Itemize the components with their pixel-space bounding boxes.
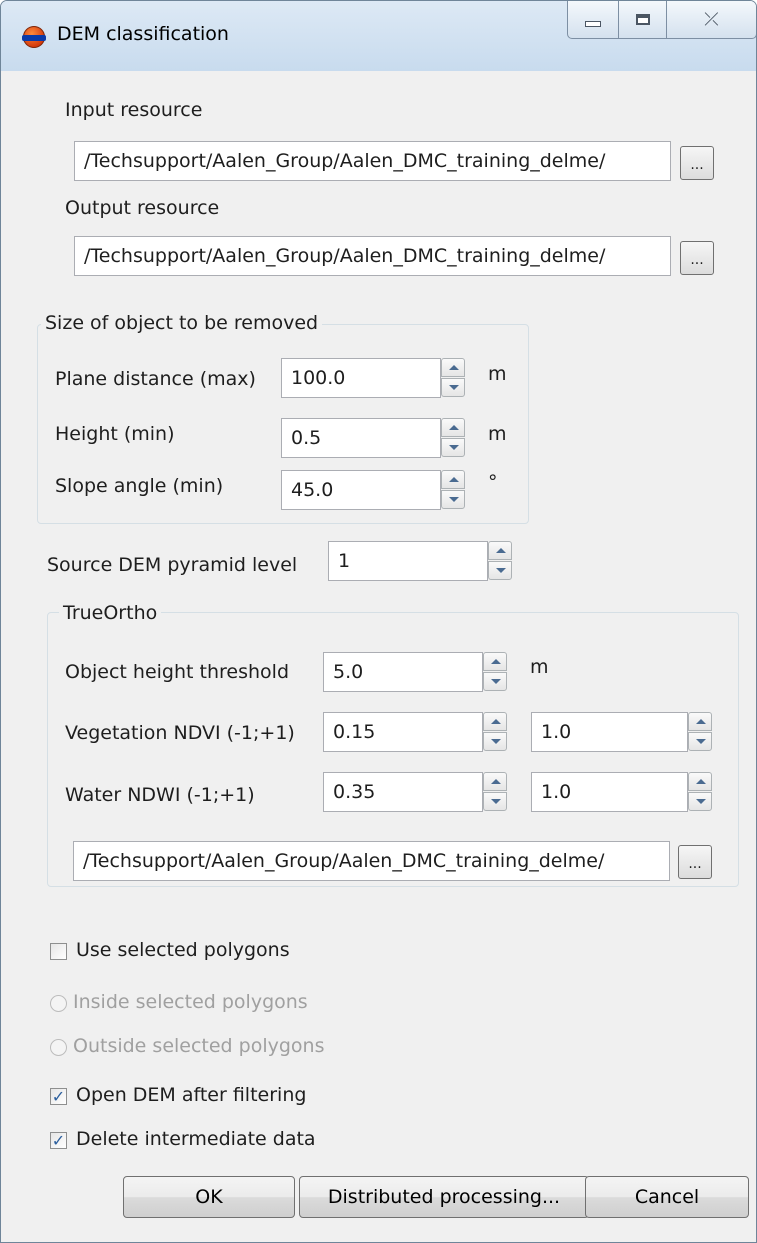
spin-down-icon[interactable] <box>441 490 465 509</box>
object-height-spinner[interactable] <box>483 652 509 692</box>
output-resource-field[interactable]: /Techsupport/Aalen_Group/Aalen_DMC_train… <box>74 236 671 276</box>
inside-selected-radio[interactable] <box>50 995 67 1012</box>
inside-selected-label: Inside selected polygons <box>73 991 308 1013</box>
ndwi-min-input[interactable]: 0.35 <box>323 772 483 812</box>
use-selected-polygons-checkbox[interactable] <box>50 943 67 960</box>
window-title: DEM classification <box>57 23 229 45</box>
pyramid-level-spinner[interactable] <box>488 541 514 581</box>
ndwi-min-spinner[interactable] <box>483 772 509 812</box>
spin-up-icon[interactable] <box>688 712 712 731</box>
height-label: Height (min) <box>55 423 175 445</box>
delete-intermediate-checkbox[interactable]: ✓ <box>50 1132 67 1149</box>
height-spinner[interactable] <box>441 418 467 458</box>
spin-down-icon[interactable] <box>688 792 712 811</box>
cancel-button[interactable]: Cancel <box>585 1176 749 1218</box>
object-height-unit: m <box>530 656 549 678</box>
spin-down-icon[interactable] <box>441 438 465 457</box>
spin-up-icon[interactable] <box>688 772 712 791</box>
window-controls: ⤫ <box>567 1 756 41</box>
spin-down-icon[interactable] <box>688 732 712 751</box>
trueortho-group-title: TrueOrtho <box>59 602 162 624</box>
spin-up-icon[interactable] <box>441 358 465 377</box>
slope-angle-unit: ° <box>488 471 498 493</box>
slope-angle-spinner[interactable] <box>441 470 467 510</box>
input-resource-field[interactable]: /Techsupport/Aalen_Group/Aalen_DMC_train… <box>74 141 671 181</box>
open-dem-label: Open DEM after filtering <box>76 1084 307 1106</box>
spin-up-icon[interactable] <box>483 772 507 791</box>
plane-distance-label: Plane distance (max) <box>55 368 256 390</box>
spin-up-icon[interactable] <box>483 652 507 671</box>
trueortho-browse-button[interactable]: ... <box>678 845 712 879</box>
output-resource-label: Output resource <box>65 197 220 219</box>
ndvi-max-spinner[interactable] <box>688 712 714 752</box>
slope-angle-input[interactable]: 45.0 <box>281 470 441 510</box>
pyramid-level-input[interactable]: 1 <box>328 541 488 581</box>
distributed-processing-button[interactable]: Distributed processing... <box>299 1176 589 1218</box>
app-icon <box>22 26 46 48</box>
size-group-title: Size of object to be removed <box>41 312 323 334</box>
close-button[interactable]: ⤫ <box>667 1 756 39</box>
checkmark-icon: ✓ <box>51 1086 66 1106</box>
slope-angle-label: Slope angle (min) <box>55 475 224 497</box>
use-selected-polygons-label: Use selected polygons <box>76 939 290 961</box>
ndvi-min-input[interactable]: 0.15 <box>323 712 483 752</box>
trueortho-path-field[interactable]: /Techsupport/Aalen_Group/Aalen_DMC_train… <box>73 841 670 881</box>
ndvi-max-input[interactable]: 1.0 <box>531 712 688 752</box>
height-unit: m <box>488 423 507 445</box>
dialog-content: Input resource /Techsupport/Aalen_Group/… <box>11 71 749 1234</box>
spin-up-icon[interactable] <box>483 712 507 731</box>
outside-selected-radio[interactable] <box>50 1039 67 1056</box>
maximize-button[interactable] <box>619 1 667 39</box>
ndwi-max-input[interactable]: 1.0 <box>531 772 688 812</box>
ok-button[interactable]: OK <box>123 1176 295 1218</box>
close-icon: ⤫ <box>704 9 719 30</box>
maximize-icon <box>635 14 650 25</box>
spin-up-icon[interactable] <box>441 418 465 437</box>
dialog-window: DEM classification ⤫ Input resource /Tec… <box>0 0 757 1243</box>
outside-selected-label: Outside selected polygons <box>73 1035 325 1057</box>
checkmark-icon: ✓ <box>51 1130 66 1150</box>
spin-down-icon[interactable] <box>441 378 465 397</box>
plane-distance-unit: m <box>488 363 507 385</box>
object-height-input[interactable]: 5.0 <box>323 652 483 692</box>
spin-up-icon[interactable] <box>488 541 512 560</box>
output-browse-button[interactable]: ... <box>680 241 714 275</box>
pyramid-level-label: Source DEM pyramid level <box>47 554 298 576</box>
ndwi-max-spinner[interactable] <box>688 772 714 812</box>
plane-distance-input[interactable]: 100.0 <box>281 358 441 398</box>
ndvi-label: Vegetation NDVI (-1;+1) <box>65 722 295 744</box>
open-dem-checkbox[interactable]: ✓ <box>50 1088 67 1105</box>
title-bar[interactable]: DEM classification ⤫ <box>1 1 756 71</box>
ndvi-min-spinner[interactable] <box>483 712 509 752</box>
spin-down-icon[interactable] <box>483 732 507 751</box>
spin-up-icon[interactable] <box>441 470 465 489</box>
spin-down-icon[interactable] <box>483 792 507 811</box>
minimize-icon <box>585 20 601 27</box>
input-resource-label: Input resource <box>65 99 203 121</box>
input-browse-button[interactable]: ... <box>680 146 714 180</box>
object-height-label: Object height threshold <box>65 661 290 683</box>
spin-down-icon[interactable] <box>483 672 507 691</box>
height-input[interactable]: 0.5 <box>281 418 441 458</box>
minimize-button[interactable] <box>567 1 619 39</box>
delete-intermediate-label: Delete intermediate data <box>76 1128 316 1150</box>
plane-distance-spinner[interactable] <box>441 358 467 398</box>
spin-down-icon[interactable] <box>488 561 512 580</box>
ndwi-label: Water NDWI (-1;+1) <box>65 784 255 806</box>
